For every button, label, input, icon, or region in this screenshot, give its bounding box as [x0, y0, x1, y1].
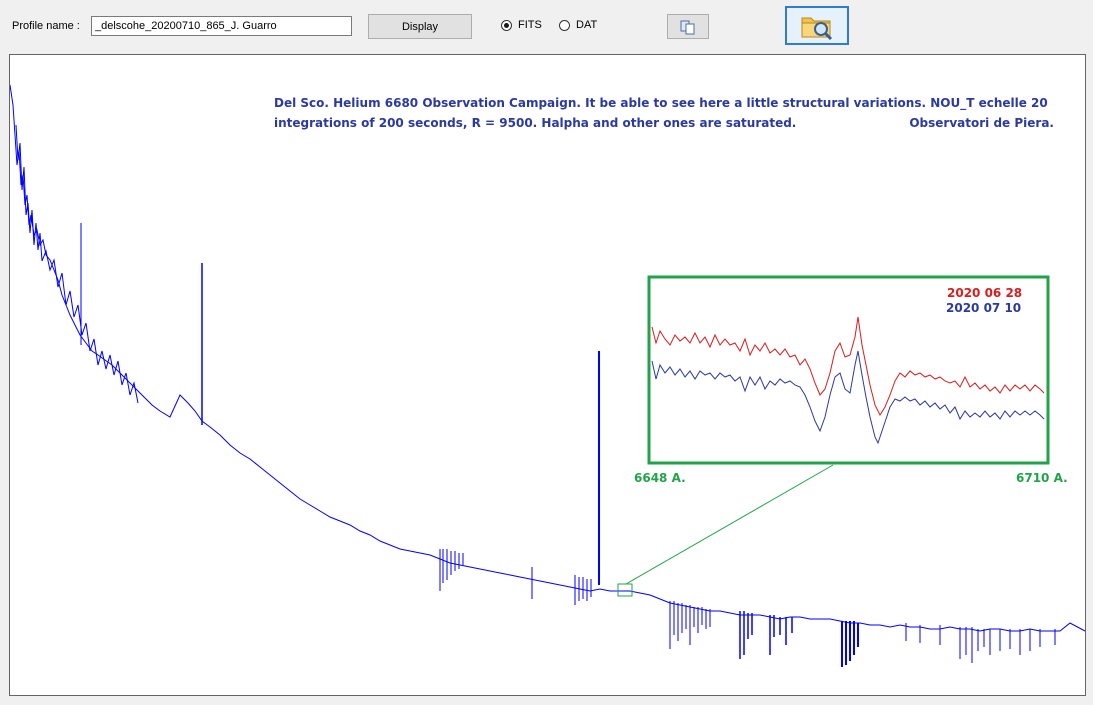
- absorption-band-3: [669, 601, 711, 649]
- absorption-band-2: [531, 567, 592, 605]
- annotation-signature: Observatori de Piera.: [909, 116, 1054, 130]
- copy-button[interactable]: [667, 14, 709, 39]
- inset-legend-blue: 2020 07 10: [946, 301, 1022, 315]
- folder-search-icon: [801, 17, 833, 40]
- zoom-region-box: [617, 583, 633, 597]
- absorption-band-1: [439, 549, 464, 591]
- radio-dat[interactable]: DAT: [559, 19, 597, 31]
- profile-name-label: Profile name :: [12, 20, 80, 32]
- profile-name-input[interactable]: [91, 16, 352, 36]
- open-folder-button[interactable]: [785, 6, 849, 45]
- inset-start-wavelength: 6648 A.: [634, 471, 686, 485]
- radio-fits[interactable]: FITS: [501, 19, 542, 31]
- display-button[interactable]: Display: [368, 14, 472, 39]
- absorption-band-5: [841, 621, 859, 667]
- spectrum-noise-left: [15, 124, 139, 404]
- annotation-line-1: Del Sco. Helium 6680 Observation Campaig…: [274, 96, 1048, 110]
- radio-dat-dot[interactable]: [559, 19, 570, 31]
- inset-end-wavelength: 6710 A.: [1016, 471, 1068, 485]
- radio-dat-label: DAT: [576, 19, 598, 31]
- campaign-annotation: Del Sco. Helium 6680 Observation Campaig…: [274, 93, 1054, 133]
- radio-fits-dot[interactable]: [501, 19, 512, 31]
- copy-icon: [680, 20, 695, 34]
- spectrum-plot-area[interactable]: Del Sco. Helium 6680 Observation Campaig…: [9, 54, 1086, 696]
- inset-legend-red: 2020 06 28: [947, 286, 1023, 300]
- spectrum-chart: [10, 84, 1085, 667]
- radio-fits-label: FITS: [518, 19, 542, 31]
